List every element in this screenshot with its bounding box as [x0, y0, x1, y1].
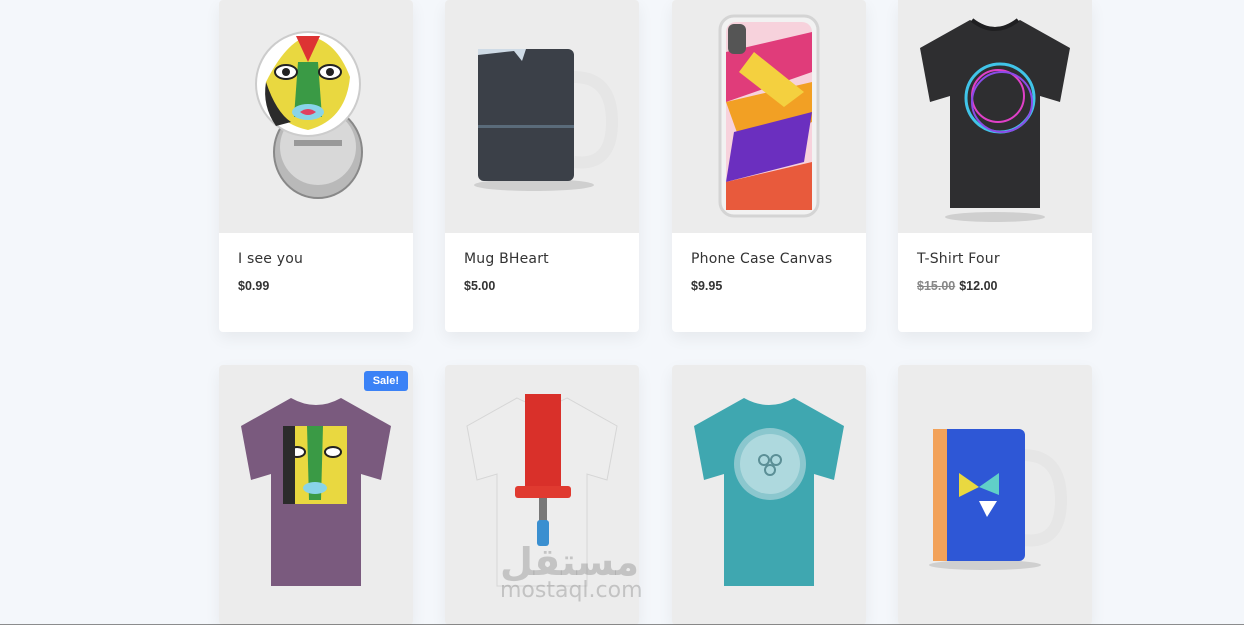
product-image[interactable]	[219, 0, 413, 233]
watermark-latin: mostaql.com	[500, 578, 643, 603]
mug-image	[474, 48, 619, 191]
product-name[interactable]: I see you	[238, 251, 394, 267]
pin-button-image	[255, 30, 363, 199]
sale-price: $12.00	[959, 279, 998, 293]
original-price: $15.00	[917, 279, 956, 293]
tshirt-image	[920, 17, 1070, 222]
product-card-phone-case-canvas[interactable]: Phone Case Canvas $9.95	[672, 0, 866, 332]
product-name[interactable]: T-Shirt Four	[917, 251, 1073, 267]
mug-image	[929, 429, 1068, 570]
product-name[interactable]: Phone Case Canvas	[691, 251, 847, 267]
product-card-purple-tshirt[interactable]: Sale!	[219, 365, 413, 625]
tshirt-image	[241, 398, 391, 586]
product-image[interactable]	[898, 0, 1092, 233]
product-card-t-shirt-four[interactable]: T-Shirt Four $15.00 $12.00	[898, 0, 1092, 332]
product-price: $0.99	[238, 279, 270, 293]
product-image[interactable]: Sale!	[219, 365, 413, 625]
product-price: $15.00 $12.00	[917, 279, 1073, 293]
product-price: $9.95	[691, 279, 723, 293]
product-image[interactable]	[445, 0, 639, 233]
phone-case-image	[718, 14, 820, 217]
product-card-mug-bheart[interactable]: Mug BHeart $5.00	[445, 0, 639, 332]
product-image[interactable]	[672, 0, 866, 233]
watermark: مستقل mostaql.com	[500, 540, 643, 603]
product-card-blue-mug[interactable]	[898, 365, 1092, 625]
product-image[interactable]	[898, 365, 1092, 625]
tshirt-image	[694, 398, 844, 586]
product-price: $5.00	[464, 279, 496, 293]
product-image[interactable]	[672, 365, 866, 625]
product-card-i-see-you[interactable]: I see you $0.99	[219, 0, 413, 332]
sale-badge: Sale!	[363, 371, 408, 391]
product-card-teal-tshirt[interactable]	[672, 365, 866, 625]
product-name[interactable]: Mug BHeart	[464, 251, 620, 267]
